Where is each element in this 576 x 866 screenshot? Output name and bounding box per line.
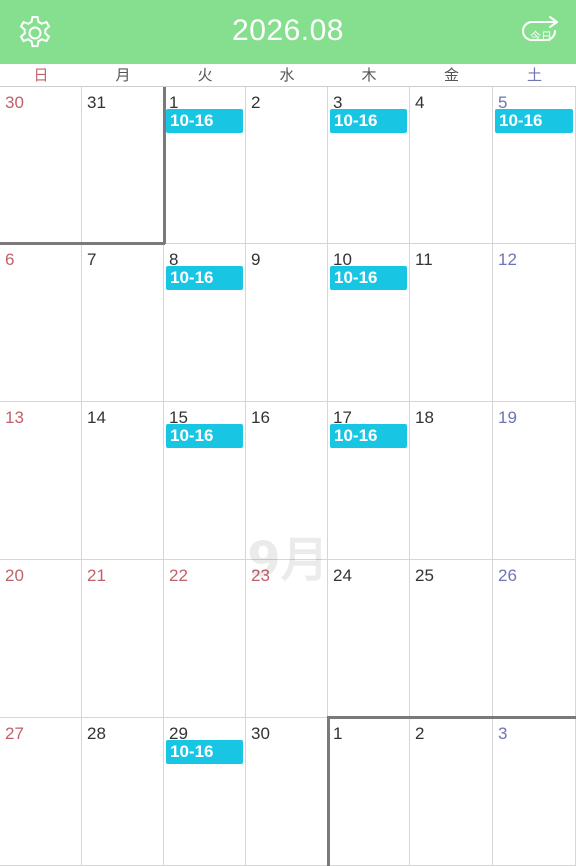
- day-cell[interactable]: 21: [82, 560, 164, 718]
- weekday-header-row: 日月火水木金土: [0, 64, 576, 87]
- day-number: 28: [87, 724, 106, 743]
- day-number: 21: [87, 566, 106, 585]
- day-number: 4: [415, 93, 425, 112]
- weekday-label: 土: [526, 66, 542, 84]
- day-cell[interactable]: 8 10-16: [164, 244, 246, 402]
- day-number: 14: [87, 408, 106, 427]
- day-number: 25: [415, 566, 434, 585]
- day-cell[interactable]: 17 10-16: [328, 402, 410, 560]
- day-number: 9: [251, 250, 261, 269]
- day-cell[interactable]: 28: [82, 718, 164, 866]
- day-number: 11: [415, 250, 433, 269]
- day-number: 2: [251, 93, 261, 112]
- day-cell[interactable]: 16: [246, 402, 328, 560]
- weekday-label: 日: [33, 66, 49, 84]
- day-cell[interactable]: 1: [328, 718, 410, 866]
- day-cell[interactable]: 3: [493, 718, 576, 866]
- month-boundary-line: [163, 87, 166, 244]
- day-cell[interactable]: 1 10-16: [164, 87, 246, 244]
- weekday-label: 金: [443, 66, 459, 84]
- day-cell[interactable]: 2: [246, 87, 328, 244]
- weekday-label: 火: [197, 66, 213, 84]
- day-number: 24: [333, 566, 352, 585]
- day-cell[interactable]: 7: [82, 244, 164, 402]
- today-label: 今日: [530, 30, 552, 43]
- day-number: 1: [333, 724, 343, 743]
- day-cell[interactable]: 15 10-16: [164, 402, 246, 560]
- month-grid: 30 31 1 10-16 2 3 10-16 4 5 10-16 6 7 8 10-16 9 10 10-16…: [0, 87, 576, 866]
- weekday-label: 月: [115, 66, 131, 84]
- event-chip[interactable]: 10-16: [330, 266, 407, 290]
- day-cell[interactable]: 12: [493, 244, 576, 402]
- day-cell[interactable]: 11: [410, 244, 493, 402]
- day-number: 6: [5, 250, 15, 269]
- day-cell[interactable]: 14: [82, 402, 164, 560]
- day-cell[interactable]: 9: [246, 244, 328, 402]
- day-cell[interactable]: 29 10-16: [164, 718, 246, 866]
- day-number: 20: [5, 566, 24, 585]
- event-chip[interactable]: 10-16: [166, 266, 243, 290]
- day-number: 18: [415, 408, 434, 427]
- day-number: 31: [87, 93, 106, 112]
- day-number: 2: [415, 724, 425, 743]
- month-boundary-line: [327, 716, 576, 719]
- day-cell[interactable]: 27: [0, 718, 82, 866]
- day-number: 12: [498, 250, 517, 269]
- day-cell[interactable]: 31: [82, 87, 164, 244]
- event-chip[interactable]: 10-16: [330, 424, 407, 448]
- event-chip[interactable]: 10-16: [166, 740, 243, 764]
- event-chip[interactable]: 10-16: [330, 109, 407, 133]
- day-cell[interactable]: 26: [493, 560, 576, 718]
- day-cell[interactable]: 18: [410, 402, 493, 560]
- event-chip[interactable]: 10-16: [166, 424, 243, 448]
- day-number: 26: [498, 566, 517, 585]
- day-cell[interactable]: 24: [328, 560, 410, 718]
- day-cell[interactable]: 4: [410, 87, 493, 244]
- weekday-label: 水: [279, 66, 295, 84]
- day-number: 30: [251, 724, 270, 743]
- event-chip[interactable]: 10-16: [166, 109, 243, 133]
- day-cell[interactable]: 10 10-16: [328, 244, 410, 402]
- day-cell[interactable]: 5 10-16: [493, 87, 576, 244]
- day-number: 13: [5, 408, 24, 427]
- event-chip[interactable]: 10-16: [495, 109, 573, 133]
- day-cell[interactable]: 30: [0, 87, 82, 244]
- calendar-header: 2026.08 今日: [0, 0, 576, 64]
- day-cell[interactable]: 22: [164, 560, 246, 718]
- day-cell[interactable]: 23: [246, 560, 328, 718]
- day-cell[interactable]: 19: [493, 402, 576, 560]
- today-button[interactable]: 今日: [520, 14, 564, 50]
- day-cell[interactable]: 3 10-16: [328, 87, 410, 244]
- month-title: 2026.08: [232, 14, 344, 47]
- day-cell[interactable]: 20: [0, 560, 82, 718]
- month-boundary-line: [327, 716, 330, 866]
- day-number: 23: [251, 566, 270, 585]
- day-cell[interactable]: 30: [246, 718, 328, 866]
- day-number: 22: [169, 566, 188, 585]
- day-number: 3: [498, 724, 508, 743]
- day-number: 7: [87, 250, 97, 269]
- day-number: 16: [251, 408, 270, 427]
- month-boundary-line: [0, 242, 165, 245]
- day-cell[interactable]: 2: [410, 718, 493, 866]
- day-cell[interactable]: 6: [0, 244, 82, 402]
- weekday-label: 木: [361, 66, 377, 84]
- day-number: 19: [498, 408, 517, 427]
- day-number: 30: [5, 93, 24, 112]
- day-number: 27: [5, 724, 24, 743]
- day-cell[interactable]: 25: [410, 560, 493, 718]
- day-cell[interactable]: 13: [0, 402, 82, 560]
